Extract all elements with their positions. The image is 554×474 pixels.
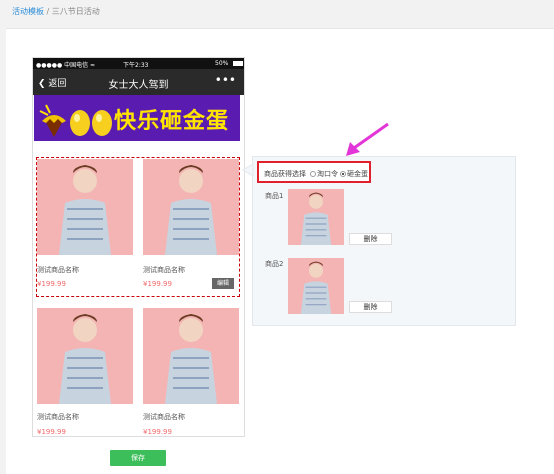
model-photo-icon <box>165 314 217 404</box>
page-title: 女士大人驾到 <box>108 80 169 91</box>
product-name: 测试商品名称 <box>37 413 79 421</box>
radio-zajindan[interactable]: 砸金蛋 <box>340 169 368 179</box>
item-thumbnail <box>288 258 344 314</box>
product-name: 测试商品名称 <box>143 266 185 274</box>
product-price: ¥199.99 <box>143 280 172 288</box>
product-image[interactable] <box>143 159 239 255</box>
egg-banner: 快乐砸金蛋 <box>34 95 240 141</box>
save-button[interactable]: 保存 <box>110 450 166 466</box>
product-source-selector: 商品获得选择 淘口令 砸金蛋 <box>257 161 371 183</box>
model-photo-icon <box>59 165 111 255</box>
product-image[interactable] <box>143 308 239 404</box>
item-thumbnail <box>288 189 344 245</box>
breadcrumb-separator: / <box>44 7 52 16</box>
radio-selected-icon <box>340 171 346 177</box>
product-price: ¥199.99 <box>143 428 172 436</box>
model-photo-icon <box>300 192 332 245</box>
carrier-text: ●●●●● 中国电信 ≈ <box>36 62 96 69</box>
delete-button[interactable]: 删除 <box>349 301 392 313</box>
edit-button[interactable]: 编辑 <box>212 278 234 289</box>
radio-label: 淘口令 <box>317 170 338 178</box>
banner-title: 快乐砸金蛋 <box>114 109 230 134</box>
item-label: 商品2 <box>265 260 284 268</box>
model-photo-icon <box>59 314 111 404</box>
more-menu-button[interactable]: ••• <box>215 73 236 87</box>
product-price: ¥199.99 <box>37 428 66 436</box>
radio-label: 砸金蛋 <box>347 170 368 178</box>
model-photo-icon <box>165 165 217 255</box>
breadcrumb-link-templates[interactable]: 活动模板 <box>12 7 44 16</box>
product-price: ¥199.99 <box>37 280 66 288</box>
source-label: 商品获得选择 <box>264 170 306 178</box>
golden-eggs-icon <box>39 104 112 137</box>
radio-taokouling[interactable]: 淘口令 <box>310 169 338 179</box>
breadcrumb: 活动模板 / 三八节日活动 <box>12 6 100 17</box>
product-name: 测试商品名称 <box>37 266 79 274</box>
breadcrumb-current: 三八节日活动 <box>51 7 100 16</box>
model-photo-icon <box>300 261 332 314</box>
status-bar: ●●●●● 中国电信 ≈ 下午2:33 50% <box>33 58 244 69</box>
product-image[interactable] <box>37 308 133 404</box>
product-image[interactable] <box>37 159 133 255</box>
product-name: 测试商品名称 <box>143 413 185 421</box>
battery-icon <box>233 61 243 66</box>
status-time: 下午2:33 <box>123 62 149 69</box>
caret-left-icon <box>242 164 254 176</box>
annotation-arrow-icon <box>346 122 389 156</box>
radio-icon <box>310 171 316 177</box>
nav-bar: ❮ 返回 女士大人驾到 ••• <box>33 69 244 95</box>
battery-text: 50% <box>215 60 229 67</box>
item-label: 商品1 <box>265 192 284 200</box>
delete-button[interactable]: 删除 <box>349 233 392 245</box>
